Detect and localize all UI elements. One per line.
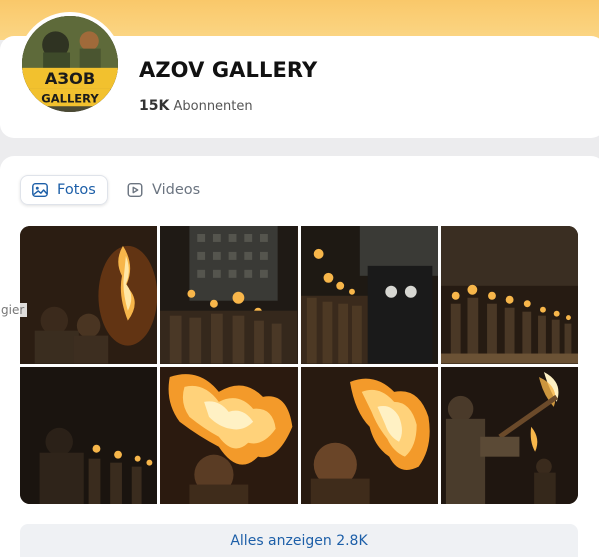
photo-image xyxy=(300,366,438,504)
overlapping-text-fragment: gier xyxy=(0,303,28,317)
tab-fotos-label: Fotos xyxy=(57,182,96,198)
channel-page: АЗОВ GALLERY AZOV GALLERY 15K Abonnenten… xyxy=(0,0,599,557)
show-all-label: Alles anzeigen xyxy=(230,532,332,549)
tab-videos[interactable]: Videos xyxy=(124,175,202,205)
image-icon xyxy=(32,182,48,198)
photo-thumbnail[interactable] xyxy=(440,366,578,504)
show-all-count: 2.8K xyxy=(336,532,368,549)
avatar-image: АЗОВ GALLERY xyxy=(22,16,118,112)
avatar-logo-subtext: GALLERY xyxy=(41,91,99,105)
photo-thumbnail[interactable] xyxy=(20,366,158,504)
channel-title: AZOV GALLERY xyxy=(139,58,318,82)
play-square-icon xyxy=(127,182,143,198)
photo-image xyxy=(300,226,438,364)
avatar-logo-text: АЗОВ xyxy=(45,69,96,88)
photo-image xyxy=(160,226,298,364)
photo-thumbnail[interactable] xyxy=(20,226,158,364)
photo-grid xyxy=(20,226,578,504)
photo-thumbnail[interactable] xyxy=(300,366,438,504)
tab-fotos[interactable]: Fotos xyxy=(20,175,108,205)
channel-avatar[interactable]: АЗОВ GALLERY xyxy=(18,12,122,116)
subscriber-number: 15K xyxy=(139,98,170,114)
photo-thumbnail[interactable] xyxy=(300,226,438,364)
subscriber-count: 15K Abonnenten xyxy=(139,98,253,114)
photo-image xyxy=(440,366,578,504)
photo-image xyxy=(20,366,158,504)
photo-thumbnail[interactable] xyxy=(160,366,298,504)
photo-thumbnail[interactable] xyxy=(160,226,298,364)
photo-image xyxy=(440,226,578,364)
photo-image xyxy=(160,366,298,504)
tab-videos-label: Videos xyxy=(152,182,201,198)
photo-thumbnail[interactable] xyxy=(440,226,578,364)
subscriber-label: Abonnenten xyxy=(173,99,253,114)
show-all-button[interactable]: Alles anzeigen 2.8K xyxy=(20,524,578,557)
photo-image xyxy=(20,226,158,364)
